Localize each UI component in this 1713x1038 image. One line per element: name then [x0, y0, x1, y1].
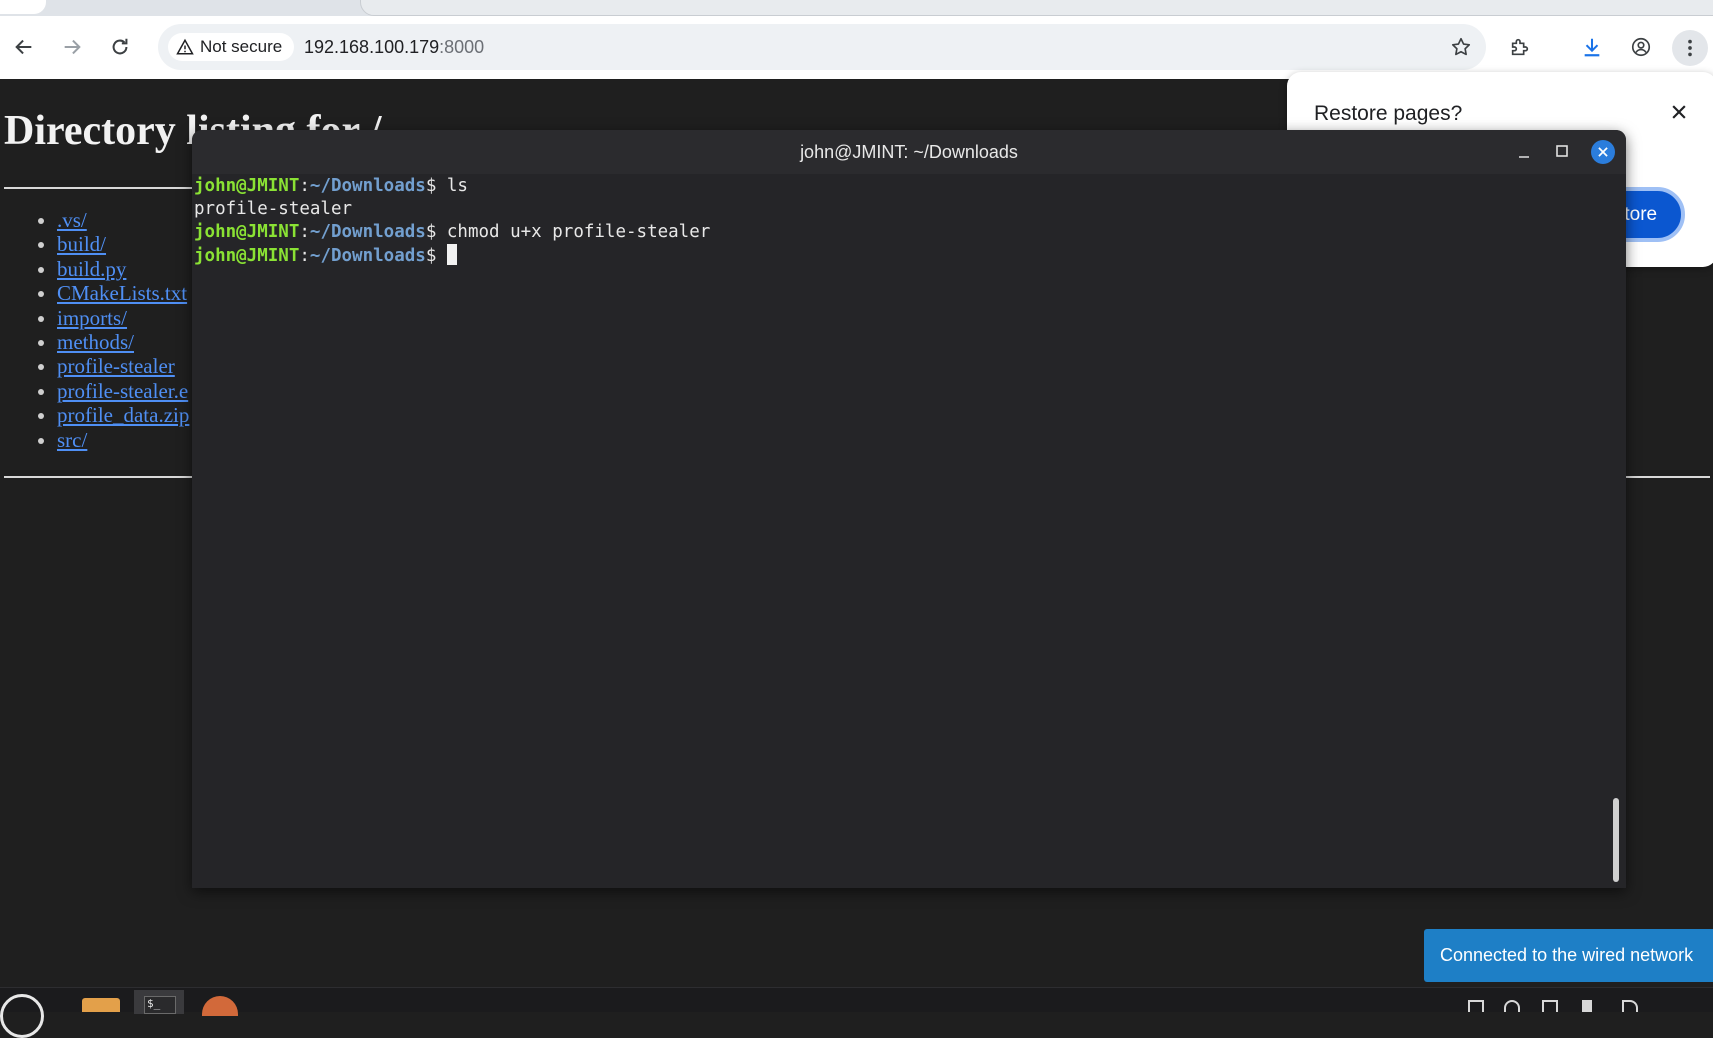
volume-icon[interactable] — [1622, 1000, 1638, 1012]
url-host: 192.168.100.179 — [304, 37, 440, 57]
address-bar[interactable]: Not secure 192.168.100.179:8000 — [158, 24, 1486, 70]
browser-icon[interactable] — [202, 996, 238, 1016]
prompt-user: john@JMINT — [194, 222, 300, 242]
terminal-icon: $_ — [144, 996, 176, 1014]
more-vert-icon — [1688, 39, 1692, 57]
browser-tab[interactable] — [0, 0, 46, 14]
file-list: .vs/ build/ build.py CMakeLists.txt impo… — [0, 208, 189, 452]
file-link[interactable]: profile_data.zip — [57, 403, 189, 427]
profile-button[interactable] — [1624, 30, 1658, 64]
start-menu-icon[interactable] — [0, 994, 44, 1038]
list-item: src/ — [57, 428, 189, 452]
file-link[interactable]: CMakeLists.txt — [57, 281, 187, 305]
arrow-right-icon — [64, 39, 81, 55]
terminal-line: john@JMINT:~/Downloads$ — [194, 244, 710, 268]
terminal-line: john@JMINT:~/Downloads$ ls — [194, 175, 710, 198]
list-item: build/ — [57, 232, 189, 256]
maximize-icon[interactable] — [1555, 144, 1569, 158]
close-button[interactable] — [1591, 140, 1615, 164]
file-link[interactable]: src/ — [57, 428, 87, 452]
reload-button[interactable] — [103, 30, 137, 64]
file-link[interactable]: profile-stealer.e — [57, 379, 188, 403]
network-icon[interactable] — [1582, 1000, 1592, 1012]
download-icon — [1584, 38, 1600, 57]
back-button[interactable] — [7, 30, 41, 64]
prompt-end: $ — [425, 176, 447, 196]
account-icon — [1631, 37, 1651, 57]
prompt-sep: : — [299, 246, 310, 266]
file-link[interactable]: build.py — [57, 257, 126, 281]
command-text: chmod u+x profile-stealer — [446, 222, 711, 242]
display-icon[interactable] — [1542, 1000, 1558, 1012]
prompt-path: ~/Downloads — [309, 222, 426, 242]
browser-toolbar: Not secure 192.168.100.179:8000 — [0, 16, 1713, 79]
folder-icon[interactable] — [82, 998, 120, 1012]
list-item: profile-stealer — [57, 354, 189, 378]
browser-tab[interactable] — [360, 0, 1713, 16]
url-port: :8000 — [439, 37, 485, 57]
list-item: profile-stealer.e — [57, 379, 189, 403]
warning-icon — [176, 38, 194, 55]
terminal-taskbar-button[interactable]: $_ — [134, 990, 184, 1014]
prompt-end: $ — [425, 222, 447, 242]
list-item: build.py — [57, 257, 189, 281]
terminal-line: john@JMINT:~/Downloads$ chmod u+x profil… — [194, 221, 710, 244]
file-link[interactable]: imports/ — [57, 306, 127, 330]
terminal-window[interactable]: john@JMINT: ~/Downloads john@JMINT:~/Dow… — [192, 130, 1626, 888]
extensions-button[interactable] — [1503, 30, 1537, 64]
list-item: imports/ — [57, 306, 189, 330]
arrow-left-icon — [15, 39, 32, 55]
scrollbar[interactable] — [1613, 798, 1619, 882]
command-output: profile-stealer — [194, 199, 353, 219]
prompt-sep: : — [299, 176, 310, 196]
puzzle-icon — [1511, 38, 1529, 56]
terminal-title: john@JMINT: ~/Downloads — [800, 142, 1018, 162]
terminal-titlebar[interactable]: john@JMINT: ~/Downloads — [192, 130, 1626, 174]
file-link[interactable]: methods/ — [57, 330, 134, 354]
prompt-user: john@JMINT — [194, 246, 300, 266]
prompt-path: ~/Downloads — [309, 246, 426, 266]
list-item: CMakeLists.txt — [57, 281, 189, 305]
list-item: .vs/ — [57, 208, 189, 232]
network-notification[interactable]: Connected to the wired network — [1424, 929, 1713, 982]
clipboard-icon[interactable] — [1468, 1000, 1484, 1012]
list-item: methods/ — [57, 330, 189, 354]
file-link[interactable]: profile-stealer — [57, 354, 175, 378]
star-icon[interactable] — [1450, 36, 1472, 58]
close-icon — [1598, 147, 1608, 157]
taskbar: $_ — [0, 987, 1713, 1038]
security-chip[interactable]: Not secure — [168, 33, 295, 61]
command-text: ls — [446, 176, 468, 196]
restore-title: Restore pages? — [1314, 102, 1463, 125]
tab-strip — [0, 0, 1713, 16]
url-text[interactable]: 192.168.100.179:8000 — [304, 37, 484, 58]
minimize-icon[interactable] — [1517, 146, 1531, 160]
terminal-output[interactable]: john@JMINT:~/Downloads$ ls profile-steale… — [194, 175, 710, 268]
prompt-path: ~/Downloads — [309, 176, 426, 196]
forward-button[interactable] — [55, 30, 89, 64]
text-cursor — [446, 244, 457, 265]
downloads-button[interactable] — [1575, 30, 1609, 64]
list-item: profile_data.zip — [57, 403, 189, 427]
file-link[interactable]: build/ — [57, 232, 106, 256]
close-icon[interactable] — [1669, 102, 1689, 122]
shield-icon[interactable] — [1504, 1000, 1520, 1012]
security-label: Not secure — [200, 37, 283, 56]
prompt-end: $ — [425, 246, 447, 266]
prompt-user: john@JMINT — [194, 176, 300, 196]
file-link[interactable]: .vs/ — [57, 208, 87, 232]
browser-menu-button[interactable] — [1672, 30, 1708, 66]
terminal-line: profile-stealer — [194, 198, 710, 221]
reload-icon — [112, 38, 128, 55]
prompt-sep: : — [299, 222, 310, 242]
